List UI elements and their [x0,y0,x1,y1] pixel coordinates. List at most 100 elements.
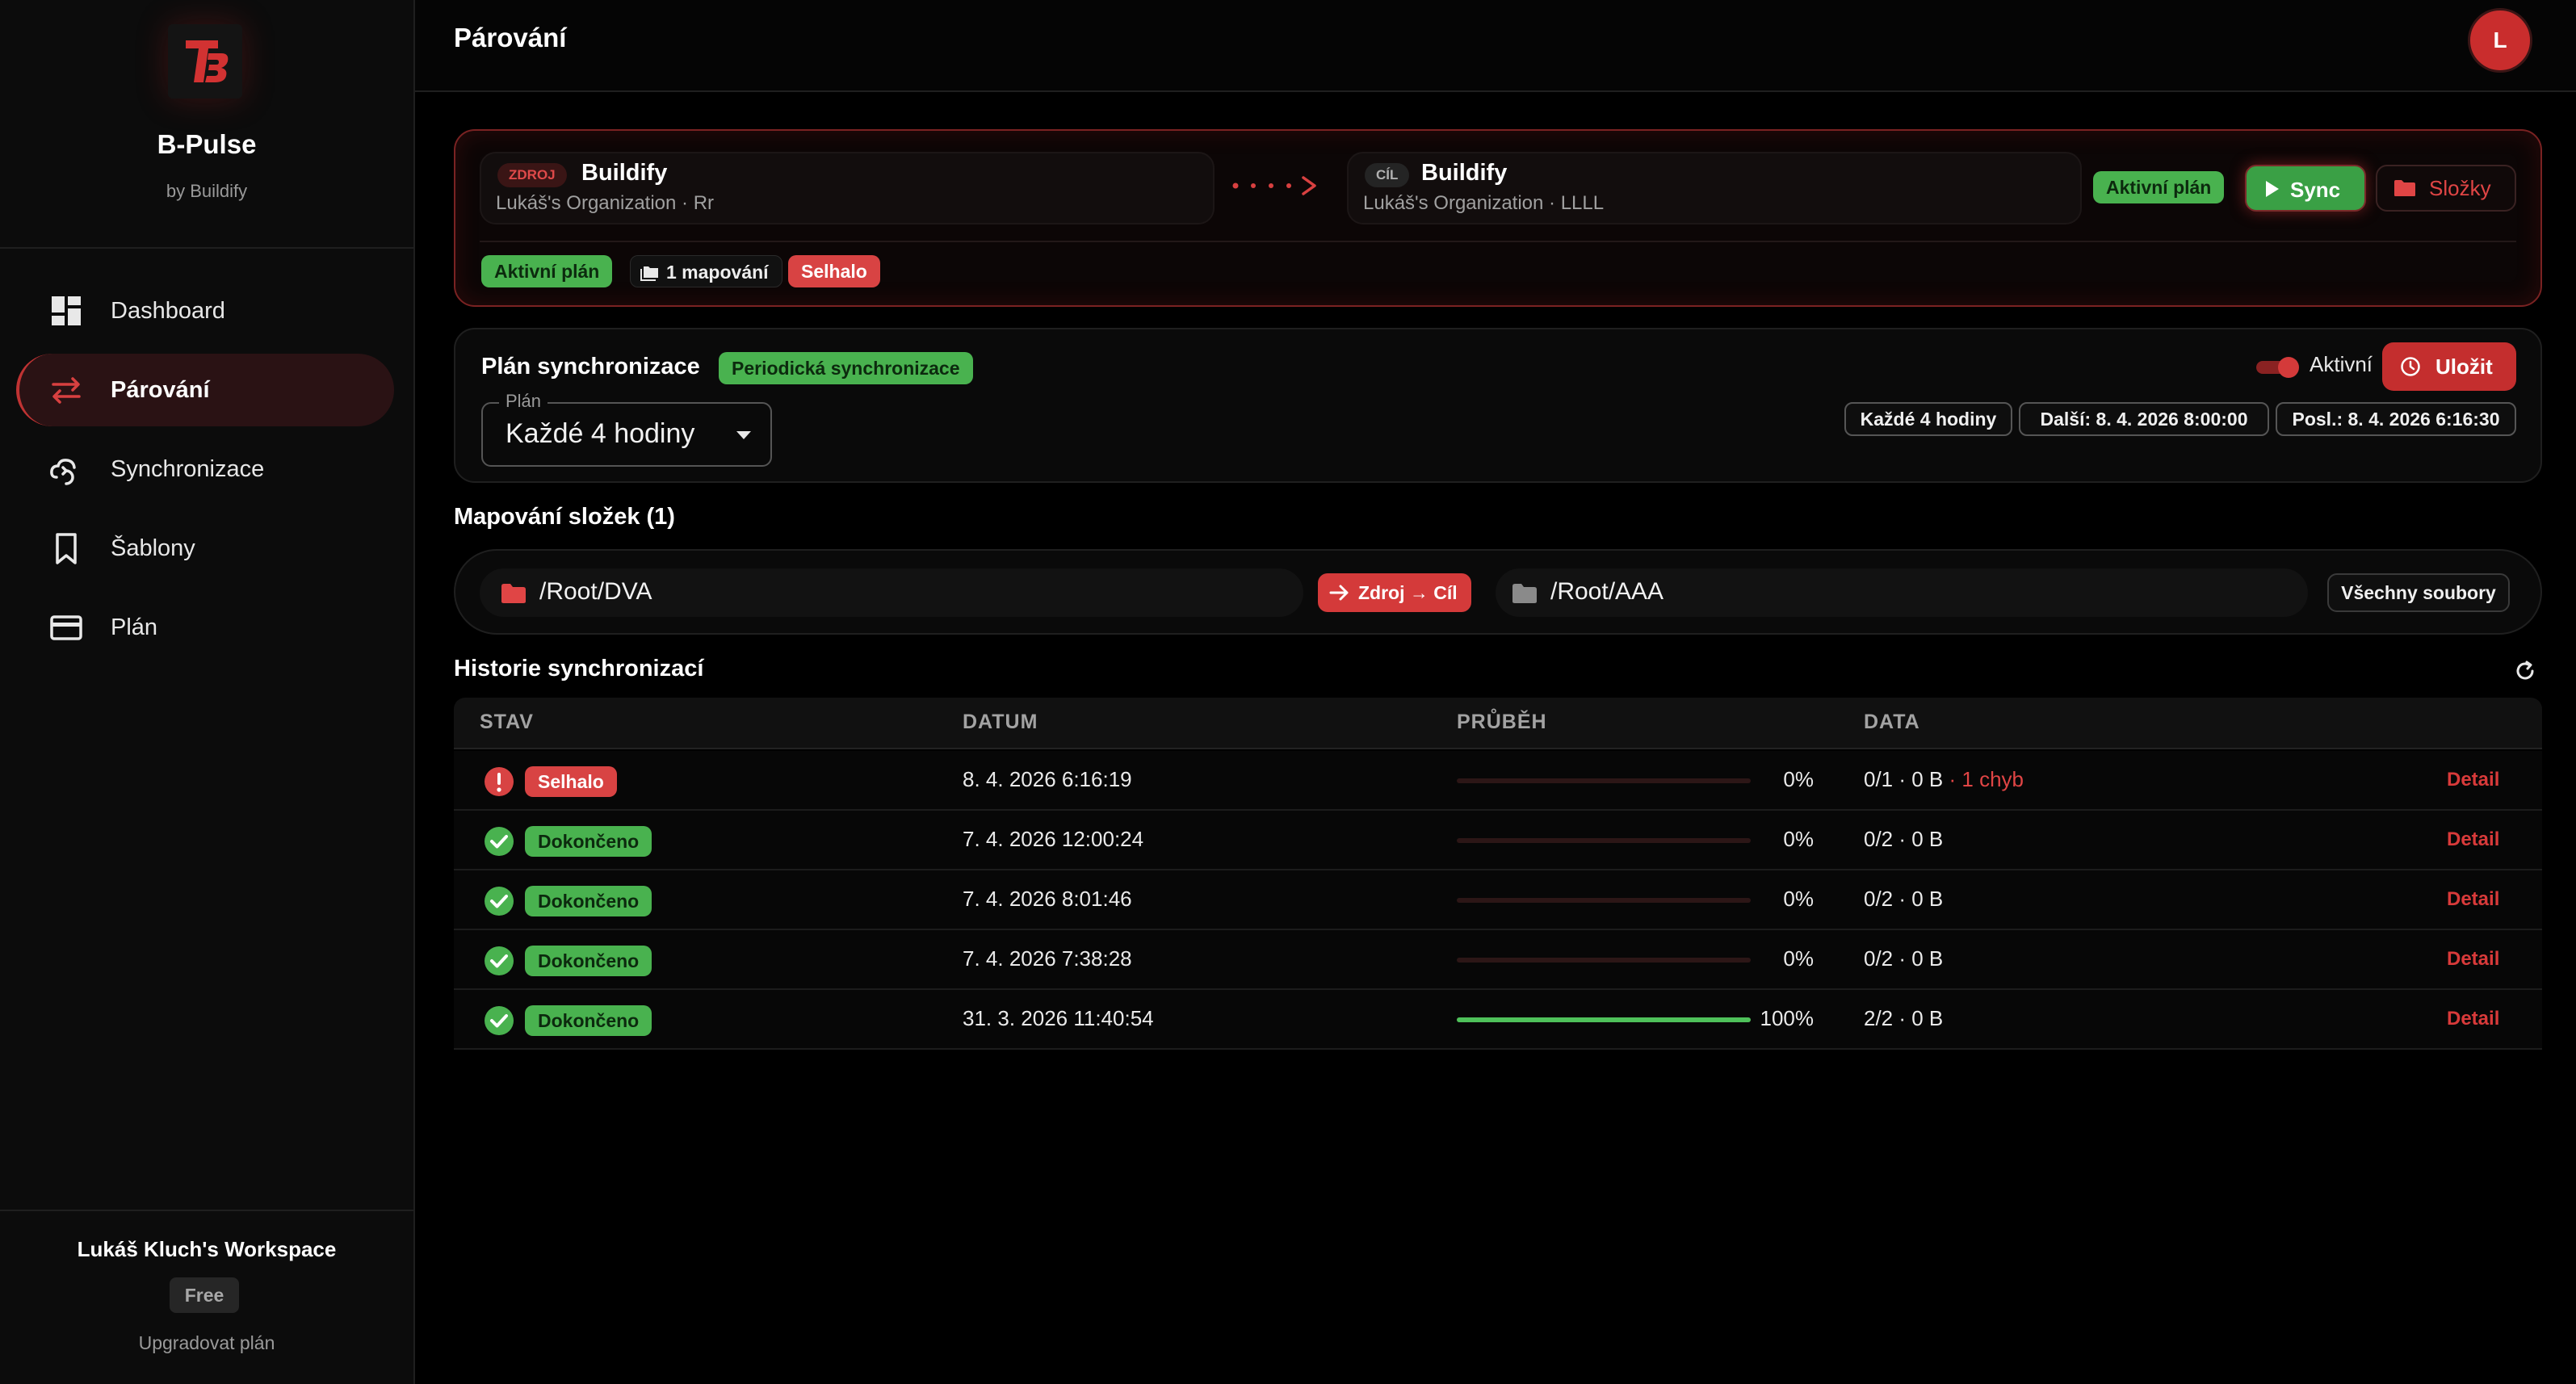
workspace-name: Lukáš Kluch's Workspace [77,1237,337,1261]
sidebar-item-label: Šablony [111,535,195,561]
sync-button[interactable]: Sync [2245,165,2366,212]
active-plan-badge: Aktivní plán [2093,171,2225,203]
plan-badge: Free [170,1277,239,1313]
chevron-down-icon [736,431,751,439]
page-title: Párování [454,23,567,52]
pair-card: ZDROJ Buildify Lukáš's Organization · Rr… [454,129,2542,307]
avatar[interactable]: L [2468,8,2532,73]
sync-label: Sync [2290,178,2341,202]
row-date: 7. 4. 2026 7:38:28 [963,946,1132,971]
row-data: 0/2 · 0 B [1864,946,1943,971]
sidebar: B-Pulse by Buildify Dashboard Párování S [0,0,415,1384]
row-error-count: · 1 chyb [1943,767,2024,791]
folder-mapping-row: /Root/DVA Zdroj → Cíl /Root/AAA Všechny … [454,549,2542,635]
direction-badge[interactable]: Zdroj → Cíl [1318,573,1471,612]
sidebar-item-dashboard[interactable]: Dashboard [16,275,394,347]
plan-select-value: Každé 4 hodiny [506,418,695,449]
table-row: Dokončeno 7. 4. 2026 8:01:46 0% 0/2 · 0 B De… [454,870,2542,930]
source-endpoint: ZDROJ Buildify Lukáš's Organization · Rr [480,152,1215,224]
table-row: Dokončeno 7. 4. 2026 12:00:24 0% 0/2 · 0 B D… [454,811,2542,870]
refresh-icon[interactable] [2513,659,2537,683]
next-run-chip: Další: 8. 4. 2026 8:00:00 [2019,402,2269,436]
active-plan-status-badge: Aktivní plán [481,255,613,287]
detail-link[interactable]: Detail [2447,769,2499,791]
row-data-counts: 2/2 · 0 B [1864,1006,1944,1030]
table-header: STAV DATUM PRŮBĚH DATA [454,698,2542,749]
row-data: 0/1 · 0 B · 1 chyb [1864,767,2024,792]
clock-icon [2401,357,2420,376]
active-toggle[interactable] [2255,355,2301,380]
detail-link[interactable]: Detail [2447,1008,2499,1030]
progress-bar [1457,958,1751,963]
b-pulse-logo-icon[interactable] [168,24,242,99]
failed-status-badge: Selhalo [788,255,880,287]
target-folder-field[interactable]: /Root/AAA [1496,568,2308,617]
schedule-type-badge: Periodická synchronizace [719,352,973,384]
error-icon [485,767,514,796]
sidebar-item-plan[interactable]: Plán [16,591,394,664]
row-date: 7. 4. 2026 8:01:46 [963,887,1132,911]
plan-select[interactable]: Plán Každé 4 hodiny [481,391,772,467]
progress-percent: 0% [1783,767,1814,791]
detail-link[interactable]: Detail [2447,948,2499,971]
save-button[interactable]: Uložit [2382,342,2516,391]
column-date: DATUM [963,711,1038,733]
sidebar-item-sablony[interactable]: Šablony [16,512,394,585]
sidebar-item-label: Párování [111,376,210,403]
table-row: Dokončeno 31. 3. 2026 11:40:54 100% 2/2 · 0… [454,990,2542,1050]
table-row: Dokončeno 7. 4. 2026 7:38:28 0% 0/2 · 0 B De… [454,930,2542,990]
play-icon [2266,181,2279,197]
row-data-counts: 0/2 · 0 B [1864,887,1944,911]
plan-select-legend: Plán [499,391,548,412]
row-data-counts: 0/1 · 0 B [1864,767,1944,791]
row-data-counts: 0/2 · 0 B [1864,827,1944,851]
status-badge: Dokončeno [525,886,652,916]
sidebar-item-synchronizace[interactable]: Synchronizace [16,433,394,505]
mappings-count-label: 1 mapování [666,262,769,283]
folder-icon [2394,180,2415,196]
check-circle-icon [485,946,514,975]
brand-name: B-Pulse [157,129,257,159]
target-folder-path: /Root/AAA [1550,578,1664,605]
check-circle-icon [485,887,514,916]
detail-link[interactable]: Detail [2447,888,2499,911]
folder-icon [1512,584,1537,603]
sidebar-item-label: Synchronizace [111,455,265,482]
brand-block: B-Pulse by Buildify [0,0,413,249]
file-filter-select[interactable]: Všechny soubory [2327,573,2510,612]
column-status: STAV [480,711,534,733]
table-row: Selhalo 8. 4. 2026 6:16:19 0% 0/1 · 0 B · 1… [454,751,2542,811]
folders-button[interactable]: Složky [2376,165,2516,212]
history-title: Historie synchronizací [454,656,704,682]
detail-link[interactable]: Detail [2447,828,2499,851]
swap-arrows-icon [52,377,81,404]
source-tag: ZDROJ [497,163,567,187]
progress-percent: 0% [1783,887,1814,911]
source-folder-field[interactable]: /Root/DVA [480,568,1303,617]
folder-icon [501,584,526,603]
status-badge: Dokončeno [525,946,652,976]
sidebar-item-label: Dashboard [111,297,225,324]
credit-card-icon [50,615,82,640]
save-label: Uložit [2435,354,2493,379]
cloud-sync-icon [50,459,76,485]
source-name: Buildify [581,160,668,186]
row-data: 0/2 · 0 B [1864,827,1943,852]
arrow-right-icon [1232,176,1316,195]
upgrade-plan-link[interactable]: Upgradovat plán [0,1332,413,1354]
row-data: 0/2 · 0 B [1864,887,1943,912]
schedule-card: Plán synchronizace Periodická synchroniz… [454,328,2542,483]
progress-percent: 0% [1783,946,1814,971]
target-endpoint: CÍL Buildify Lukáš's Organization · LLLL [1347,152,2082,224]
target-sub: Lukáš's Organization · LLLL [1363,192,1605,214]
sidebar-item-parovani[interactable]: Párování [16,354,394,426]
topbar: Párování L [415,0,2576,92]
progress-bar [1457,778,1751,783]
check-circle-icon [485,827,514,856]
direction-label: Zdroj → Cíl [1358,582,1458,603]
mapping-title: Mapování složek (1) [454,504,675,530]
mappings-count-badge: 1 mapování [630,255,782,287]
row-date: 31. 3. 2026 11:40:54 [963,1006,1154,1030]
column-progress: PRŮBĚH [1457,711,1547,733]
row-data-counts: 0/2 · 0 B [1864,946,1944,971]
